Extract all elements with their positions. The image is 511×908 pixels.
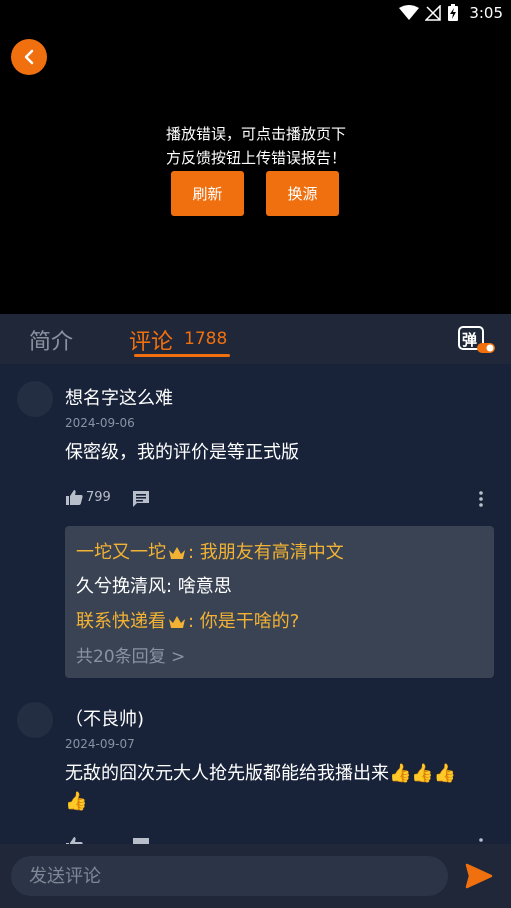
status-time: 3:05 <box>469 4 503 22</box>
refresh-button[interactable]: 刷新 <box>171 171 244 216</box>
view-all-replies-link[interactable]: 共20条回复 > <box>76 642 185 667</box>
more-options-icon[interactable] <box>471 489 491 509</box>
comment-text: 无敌的囧次元大人抢先版都能给我播出来👍👍👍 👍 <box>65 760 495 816</box>
reply-text: : 啥意思 <box>166 576 232 597</box>
battery-charging-icon <box>448 4 459 21</box>
comment-actions: 799 <box>65 489 495 509</box>
status-icons: 3:05 <box>399 4 503 22</box>
no-signal-icon <box>425 5 442 21</box>
comment-text: 保密级，我的评价是等正式版 <box>65 442 299 463</box>
active-tab-indicator <box>134 354 230 357</box>
comment-actions <box>65 836 495 844</box>
tab-intro[interactable]: 简介 <box>29 324 73 356</box>
comment-input-container[interactable] <box>11 856 448 896</box>
reply-author[interactable]: 一坨又一坨 <box>76 542 166 563</box>
video-player[interactable]: 3:05 播放错误，可点击播放页下 方反馈按钮上传错误报告！ 刷新 换源 <box>0 0 511 314</box>
like-count: 799 <box>86 489 111 505</box>
replies-box[interactable]: 一坨又一坨 : 我朋友有高清中文 久兮挽清风: 啥意思 联系快递看 : 你是干啥的?… <box>65 526 494 678</box>
comments-list[interactable]: 想名字这么难 2024-09-06 保密级，我的评价是等正式版 799 一坨又一… <box>0 364 511 844</box>
reply-text: : 我朋友有高清中文 <box>188 542 344 563</box>
reply-icon[interactable] <box>131 836 151 844</box>
reply-text: : 你是干啥的? <box>188 611 300 632</box>
avatar[interactable] <box>17 702 53 738</box>
send-icon <box>465 863 493 889</box>
thumbs-up-icon <box>66 490 83 505</box>
error-line-2: 方反馈按钮上传错误报告！ <box>165 149 346 167</box>
crown-icon <box>169 547 185 559</box>
comment-author[interactable]: 想名字这么难 <box>65 384 173 410</box>
comment-date: 2024-09-07 <box>65 737 135 751</box>
status-bar: 3:05 <box>0 0 511 28</box>
danmaku-toggle[interactable]: 弹 <box>457 325 495 355</box>
comments-count: 1788 <box>184 329 228 349</box>
like-button[interactable] <box>65 836 83 844</box>
avatar[interactable] <box>17 381 53 417</box>
danmaku-icon-text: 弹 <box>462 331 478 349</box>
detail-tabs: 简介 评论 1788 弹 <box>0 314 511 364</box>
error-line-1: 播放错误，可点击播放页下 <box>165 125 346 143</box>
reply-item: 一坨又一坨 : 我朋友有高清中文 <box>76 538 344 564</box>
reply-icon[interactable] <box>131 489 151 509</box>
wifi-icon <box>399 5 420 20</box>
comment-author[interactable]: （不良帅) <box>65 705 144 731</box>
player-error-message: 播放错误，可点击播放页下 方反馈按钮上传错误报告！ <box>150 122 362 170</box>
send-button[interactable] <box>465 863 493 889</box>
comment-text-line-1: 无敌的囧次元大人抢先版都能给我播出来👍👍👍 <box>65 763 457 784</box>
tab-comments[interactable]: 评论 <box>129 324 173 356</box>
switch-source-button[interactable]: 换源 <box>266 171 339 216</box>
comment-text-line-2: 👍 <box>65 791 88 812</box>
reply-author[interactable]: 联系快递看 <box>76 611 166 632</box>
more-options-icon[interactable] <box>471 836 491 844</box>
back-button[interactable] <box>11 39 47 75</box>
reply-author[interactable]: 久兮挽清风 <box>76 576 166 597</box>
crown-icon <box>169 616 185 628</box>
thumbs-up-icon <box>66 837 83 844</box>
comment-input[interactable] <box>11 856 448 896</box>
comment-date: 2024-09-06 <box>65 416 135 430</box>
chevron-left-icon <box>24 49 34 65</box>
reply-item: 久兮挽清风: 啥意思 <box>76 572 232 598</box>
comment-input-bar <box>0 844 511 908</box>
like-button[interactable]: 799 <box>65 489 111 505</box>
reply-item: 联系快递看 : 你是干啥的? <box>76 607 299 633</box>
